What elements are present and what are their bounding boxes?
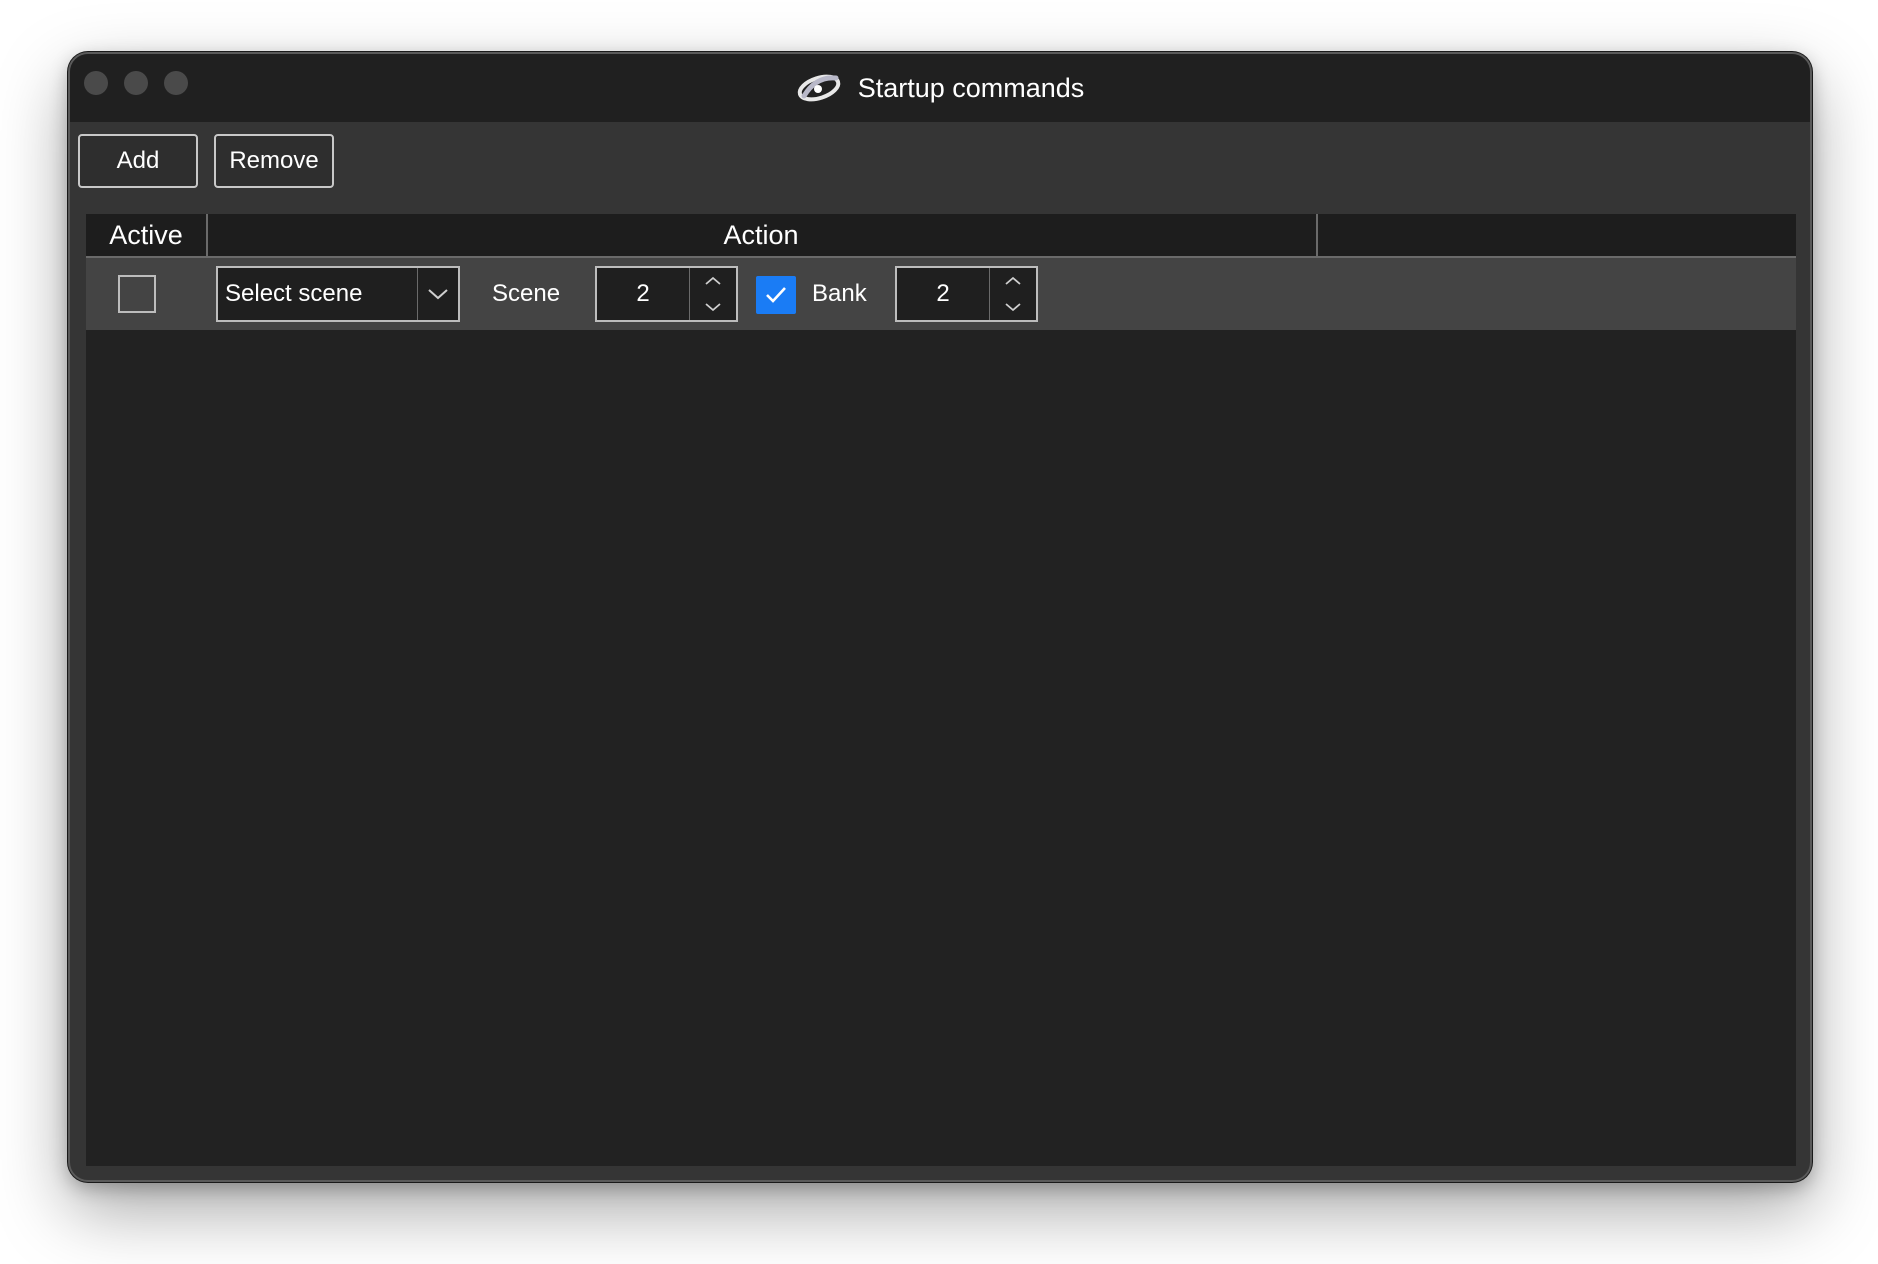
bank-spinbox[interactable]: 2 (895, 266, 1038, 322)
column-header-action[interactable]: Action (206, 214, 1316, 256)
action-select-value: Select scene (225, 280, 363, 307)
add-button[interactable]: Add (78, 134, 198, 188)
remove-button[interactable]: Remove (214, 134, 334, 188)
checkmark-icon (766, 287, 786, 303)
bank-decrement-button[interactable] (990, 294, 1036, 320)
action-select[interactable]: Select scene (216, 266, 460, 322)
chevron-down-icon (705, 303, 721, 312)
scene-label: Scene (492, 280, 561, 307)
bank-stepper (989, 268, 1036, 320)
title-group: Startup commands (70, 54, 1810, 122)
bank-label: Bank (812, 280, 867, 307)
scene-increment-button[interactable] (690, 268, 736, 294)
table-row[interactable]: Select scene Scene 2 Bank 2 (86, 258, 1796, 330)
scene-decrement-button[interactable] (690, 294, 736, 320)
chevron-up-icon (705, 276, 721, 285)
title-bar[interactable]: Startup commands (70, 54, 1810, 122)
startup-commands-table: Active Action Select scene Scene 2 Bank … (86, 214, 1796, 1166)
bank-value[interactable]: 2 (897, 268, 989, 320)
chevron-up-icon (1005, 276, 1021, 285)
chevron-down-icon[interactable] (417, 268, 458, 320)
window-title: Startup commands (857, 72, 1085, 103)
scene-spinbox[interactable]: 2 (595, 266, 738, 322)
app-logo-icon (797, 74, 840, 102)
bank-increment-button[interactable] (990, 268, 1036, 294)
startup-commands-window: Startup commands Add Remove Active Actio… (68, 52, 1812, 1182)
chevron-down-icon (1005, 303, 1021, 312)
table-header: Active Action (86, 214, 1796, 258)
bank-checkbox[interactable] (756, 276, 796, 314)
scene-value[interactable]: 2 (597, 268, 689, 320)
active-checkbox[interactable] (118, 275, 156, 313)
column-header-active[interactable]: Active (86, 214, 206, 256)
scene-stepper (689, 268, 736, 320)
